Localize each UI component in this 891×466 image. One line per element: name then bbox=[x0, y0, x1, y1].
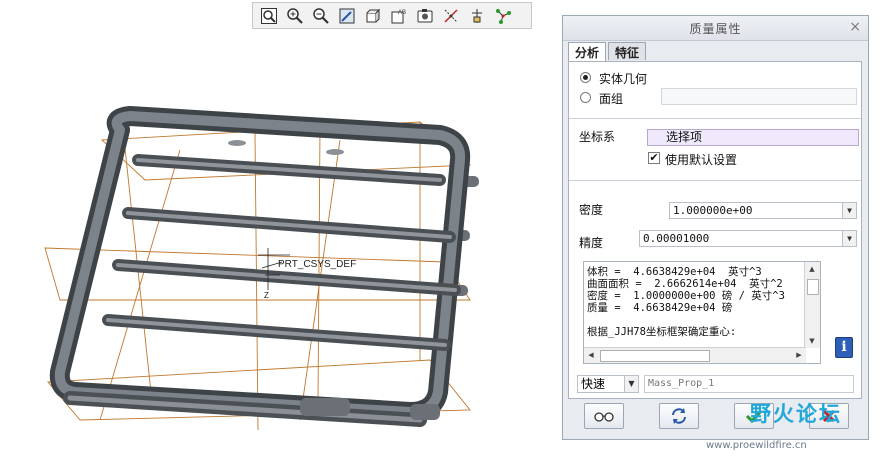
chevron-down-icon[interactable]: ▼ bbox=[842, 231, 856, 246]
chevron-down-icon[interactable]: ▼ bbox=[624, 376, 638, 392]
horizontal-scroll-thumb[interactable] bbox=[600, 350, 710, 362]
frame-tubes bbox=[49, 106, 471, 427]
csys-label: 坐标系 bbox=[579, 130, 616, 144]
repaint-icon bbox=[339, 8, 354, 23]
horizontal-scrollbar[interactable]: ◀ ▶ bbox=[584, 347, 806, 363]
info-icon[interactable]: i bbox=[835, 337, 853, 358]
dialog-tabs: 分析 特征 bbox=[568, 42, 648, 62]
zoom-fit-icon bbox=[260, 7, 277, 24]
scroll-right-icon[interactable]: ▶ bbox=[792, 348, 806, 362]
tab-feature[interactable]: 特征 bbox=[608, 42, 647, 60]
vertical-scroll-thumb[interactable] bbox=[807, 279, 819, 295]
watermark-url: www.proewildfire.cn bbox=[706, 440, 807, 451]
geometry-section: 实体几何 面组 bbox=[569, 62, 861, 119]
csys-section: 坐标系 选择项 ✔ 使用默认设置 bbox=[569, 119, 861, 181]
scroll-left-icon[interactable]: ◀ bbox=[584, 348, 598, 362]
close-icon[interactable]: × bbox=[849, 19, 861, 35]
repaint-button[interactable] bbox=[334, 4, 359, 27]
zoom-out-icon bbox=[312, 7, 329, 24]
datum-display-icon bbox=[443, 8, 458, 23]
chevron-down-icon[interactable]: ▼ bbox=[842, 203, 856, 218]
dialog-titlebar[interactable]: 质量属性 × bbox=[563, 16, 868, 41]
csys-label: PRT_CSYS_DEF bbox=[278, 259, 356, 270]
csys-select-field[interactable]: 选择项 bbox=[647, 129, 859, 146]
repeat-button[interactable] bbox=[659, 403, 699, 429]
quilt-selection-field[interactable] bbox=[661, 88, 857, 105]
graphics-toolbar: AB bbox=[252, 2, 532, 29]
zoom-out-button[interactable] bbox=[308, 4, 333, 27]
display-style-icon bbox=[366, 8, 380, 22]
zoom-fit-button[interactable] bbox=[256, 4, 281, 27]
scroll-down-icon[interactable]: ▼ bbox=[805, 334, 819, 348]
annotation-display-icon bbox=[471, 8, 482, 23]
saved-views-icon: AB bbox=[391, 10, 406, 23]
analysis-panel: 实体几何 面组 坐标系 选择项 ✔ 使用默认设置 密度 1.000000e+00… bbox=[568, 61, 862, 399]
watermark-brand: 野火论坛 bbox=[750, 402, 842, 426]
density-field[interactable]: 1.000000e+00 ▼ bbox=[669, 202, 857, 219]
mass-properties-dialog: 质量属性 × 分析 特征 实体几何 面组 坐标系 选择项 ✔ 使用默认设置 密度… bbox=[562, 15, 869, 440]
results-text-area[interactable]: 体积 = 4.6638429e+04 英寸^3 曲面面积 = 2.6662614… bbox=[583, 261, 821, 364]
use-default-checkbox[interactable]: ✔ bbox=[648, 152, 660, 164]
spin-center-button[interactable] bbox=[490, 4, 515, 27]
datum-display-button[interactable] bbox=[438, 4, 463, 27]
accuracy-label: 精度 bbox=[579, 236, 604, 250]
refresh-icon bbox=[672, 408, 686, 424]
accuracy-value: 0.00001000 bbox=[643, 232, 710, 245]
quilt-radio[interactable] bbox=[580, 92, 591, 103]
display-style-button[interactable] bbox=[360, 4, 385, 27]
solid-geometry-radio[interactable] bbox=[580, 72, 591, 83]
axis-z-label: Z bbox=[264, 291, 269, 300]
result-line: 质量 = 4.6638429e+04 磅 bbox=[587, 302, 733, 314]
use-default-label: 使用默认设置 bbox=[665, 153, 738, 167]
spin-center-icon bbox=[495, 8, 511, 24]
view-manager-button[interactable] bbox=[412, 4, 437, 27]
dialog-title: 质量属性 bbox=[689, 22, 742, 36]
analysis-name-field[interactable]: Mass_Prop_1 bbox=[644, 375, 854, 393]
density-label: 密度 bbox=[579, 203, 604, 217]
solid-geometry-label: 实体几何 bbox=[599, 72, 648, 86]
preview-button[interactable] bbox=[584, 403, 624, 429]
accuracy-field[interactable]: 0.00001000 ▼ bbox=[639, 230, 857, 247]
svg-text:AB: AB bbox=[398, 10, 406, 16]
density-value: 1.000000e+00 bbox=[673, 204, 753, 217]
zoom-in-button[interactable] bbox=[282, 4, 307, 27]
quick-mode-select[interactable]: 快速 ▼ bbox=[577, 375, 639, 393]
zoom-in-icon bbox=[286, 7, 303, 24]
vertical-scrollbar[interactable]: ▲ ▼ bbox=[804, 262, 820, 348]
view-manager-icon bbox=[417, 8, 432, 22]
glasses-icon bbox=[594, 412, 614, 422]
saved-views-button[interactable]: AB bbox=[386, 4, 411, 27]
scroll-up-icon[interactable]: ▲ bbox=[805, 262, 819, 276]
tab-analysis[interactable]: 分析 bbox=[568, 42, 607, 62]
quick-mode-value: 快速 bbox=[581, 377, 606, 391]
result-line: 根据_JJH78坐标框架确定重心: bbox=[587, 326, 737, 338]
annotation-display-button[interactable] bbox=[464, 4, 489, 27]
quilt-label: 面组 bbox=[599, 92, 624, 106]
